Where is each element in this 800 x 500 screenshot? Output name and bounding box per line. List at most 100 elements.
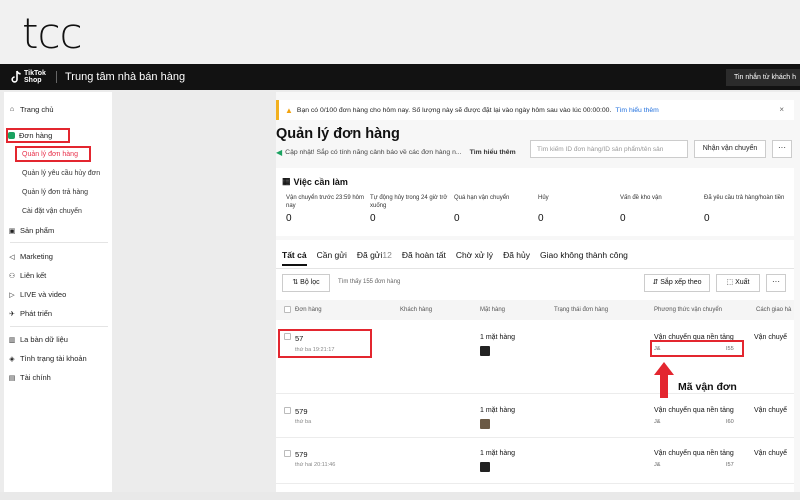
video-icon: ▷: [9, 291, 15, 299]
todo-item[interactable]: Hủy 0: [538, 194, 622, 224]
divider: [56, 71, 57, 83]
tab-all[interactable]: Tất cả: [282, 250, 307, 266]
result-count: Tìm thấy 155 đơn hàng: [338, 279, 401, 285]
tab-count: 12: [382, 250, 392, 260]
column-header: Khách hàng: [400, 307, 433, 313]
delivery-option: Vận chuyể: [754, 450, 788, 457]
sidebar-item-affiliate[interactable]: ⚇ Liên kết: [8, 271, 46, 280]
todo-item[interactable]: Tự động hủy trong 24 giờ trở xuống 0: [370, 194, 454, 224]
row-checkbox[interactable]: [284, 407, 291, 414]
customer-messages-button[interactable]: Tin nhắn từ khách h: [725, 68, 800, 86]
tracking-number[interactable]: I60: [726, 419, 734, 425]
order-id[interactable]: 579: [295, 407, 308, 416]
more-options-button[interactable]: ···: [766, 274, 786, 292]
todo-item[interactable]: Quá hạn vận chuyển 0: [454, 194, 538, 224]
tab-label: Giao không thành công: [540, 250, 628, 260]
close-icon[interactable]: ×: [779, 105, 784, 114]
tab-to-ship[interactable]: Cần gửi: [317, 250, 347, 266]
todo-panel: ▦ Việc cần làm Vận chuyển trước 23:59 hôm…: [276, 168, 794, 236]
todo-label: Tự động hủy trong 24 giờ trở xuống: [370, 195, 448, 209]
sidebar-item-finance[interactable]: ▤ Tài chính: [8, 373, 51, 382]
table-row[interactable]: 579 thứ hai 20:11:46 1 mặt hàng Vận chuy…: [276, 438, 794, 484]
divider: [10, 326, 108, 327]
carrier-name: J&: [654, 419, 661, 425]
sidebar-sub-shipping-settings[interactable]: Cài đặt vận chuyển: [22, 208, 82, 215]
up-arrow-icon: [654, 362, 674, 398]
arrange-shipping-button[interactable]: Nhận vận chuyển: [694, 140, 766, 158]
todo-label: Vận chuyển trước 23:59 hôm nay: [286, 195, 364, 209]
learn-more-link[interactable]: Tìm hiểu thêm: [615, 107, 658, 114]
row-checkbox[interactable]: [284, 450, 291, 457]
shipping-method: Vận chuyển qua nền tảng: [654, 407, 734, 414]
people-icon: ⚇: [8, 272, 16, 280]
bottom-strip: [0, 492, 800, 500]
shield-icon: ◈: [9, 355, 15, 363]
carrier-name: J&: [654, 462, 661, 468]
update-notice: ◀ Cập nhật! Sắp có tính năng cảnh báo về…: [276, 148, 516, 157]
shipping-method: Vận chuyển qua nền tảng: [654, 450, 734, 457]
sidebar-sub-returns[interactable]: Quản lý đơn trả hàng: [22, 189, 88, 196]
update-text: Cập nhật! Sắp có tính năng cảnh báo về c…: [285, 149, 462, 156]
select-all-checkbox[interactable]: [284, 306, 291, 313]
filter-button[interactable]: ⇅ Bộ lọc: [282, 274, 330, 292]
sidebar-item-growth[interactable]: ✈ Phát triển: [8, 309, 52, 318]
sidebar-item-label: Sản phẩm: [20, 226, 55, 235]
tiktok-shop-logo[interactable]: TikTok Shop: [10, 70, 46, 84]
table-row[interactable]: 579 thứ ba 1 mặt hàng Vận chuyển qua nền…: [276, 394, 794, 438]
delivery-option: Vận chuyể: [754, 334, 788, 341]
tracking-code-annotation: Mã vận đơn: [678, 381, 737, 393]
tab-shipped[interactable]: Đã gửi12: [357, 250, 392, 266]
sidebar-item-label: Marketing: [20, 252, 53, 261]
search-input[interactable]: Tìm kiếm ID đơn hàng/ID sản phẩm/tên sản: [530, 140, 688, 158]
sort-label: Sắp xếp theo: [660, 279, 702, 286]
sidebar-item-products[interactable]: ▣ Sản phẩm: [8, 226, 55, 235]
warning-icon: ▲: [285, 105, 293, 115]
megaphone-icon: ◀: [276, 148, 283, 157]
sidebar-item-marketing[interactable]: ◁ Marketing: [8, 252, 53, 261]
calendar-icon: ▦: [282, 176, 291, 186]
order-id[interactable]: 579: [295, 450, 308, 459]
todo-count: 0: [620, 213, 626, 224]
megaphone-icon: ◁: [9, 253, 15, 261]
item-count[interactable]: 1 mặt hàng: [480, 450, 515, 457]
export-button[interactable]: ⬚ Xuất: [716, 274, 760, 292]
order-tabs: Tất cả Cần gửi Đã gửi12 Đã hoàn tất Chờ …: [282, 250, 638, 266]
sidebar-item-label: Trang chủ: [20, 105, 54, 114]
learn-more-link[interactable]: Tìm hiểu thêm: [470, 149, 516, 156]
todo-item[interactable]: Vận chuyển trước 23:59 hôm nay 0: [286, 194, 370, 224]
highlight-box: [650, 340, 744, 357]
brand-area: tcc: [0, 0, 800, 64]
sidebar-item-label: LIVE và video: [20, 290, 67, 299]
tab-label: Tất cả: [282, 250, 307, 260]
sidebar-item-data-compass[interactable]: ▥ La bàn dữ liệu: [8, 335, 68, 344]
box-icon: ▣: [8, 227, 16, 235]
sidebar-item-live-video[interactable]: ▷ LIVE và video: [8, 290, 66, 299]
item-count[interactable]: 1 mặt hàng: [480, 334, 515, 341]
sidebar-item-account-health[interactable]: ◈ Tình trạng tài khoản: [8, 354, 86, 363]
tab-label: Đã hủy: [503, 250, 530, 260]
more-options-button[interactable]: ···: [772, 140, 792, 158]
filter-label: Bộ lọc: [300, 279, 320, 286]
sort-button[interactable]: ⇵ Sắp xếp theo: [644, 274, 710, 292]
todo-item[interactable]: Đã yêu cầu trả hàng/hoàn tiền 0: [704, 194, 788, 224]
page-title: Quản lý đơn hàng: [276, 126, 400, 142]
tab-pending[interactable]: Chờ xử lý: [456, 250, 493, 266]
product-thumbnail: [480, 346, 490, 356]
sidebar-sub-cancel-requests[interactable]: Quản lý yêu cầu hủy đơn: [22, 170, 100, 177]
tab-failed-delivery[interactable]: Giao không thành công: [540, 250, 628, 266]
notice-text: Bạn có 0/100 đơn hàng cho hôm nay. Số lư…: [296, 106, 612, 114]
tab-completed[interactable]: Đã hoàn tất: [402, 250, 446, 266]
tab-cancelled[interactable]: Đã hủy: [503, 250, 530, 266]
item-count[interactable]: 1 mặt hàng: [480, 407, 515, 414]
todo-label: Vấn đề kho vận: [620, 195, 662, 201]
order-time: thứ hai 20:11:46: [295, 462, 336, 468]
main-content: ▲ Bạn có 0/100 đơn hàng cho hôm nay. Số …: [276, 92, 800, 500]
filter-icon: ⇅: [292, 279, 301, 286]
highlight-box: [15, 146, 91, 162]
tab-label: Chờ xử lý: [455, 250, 494, 260]
tracking-number[interactable]: I57: [726, 462, 734, 468]
sidebar-item-label: Phát triển: [20, 309, 53, 318]
todo-item[interactable]: Vấn đề kho vận 0: [620, 194, 704, 224]
divider: [10, 242, 108, 243]
sidebar-item-home[interactable]: ⌂ Trang chủ: [8, 105, 54, 114]
